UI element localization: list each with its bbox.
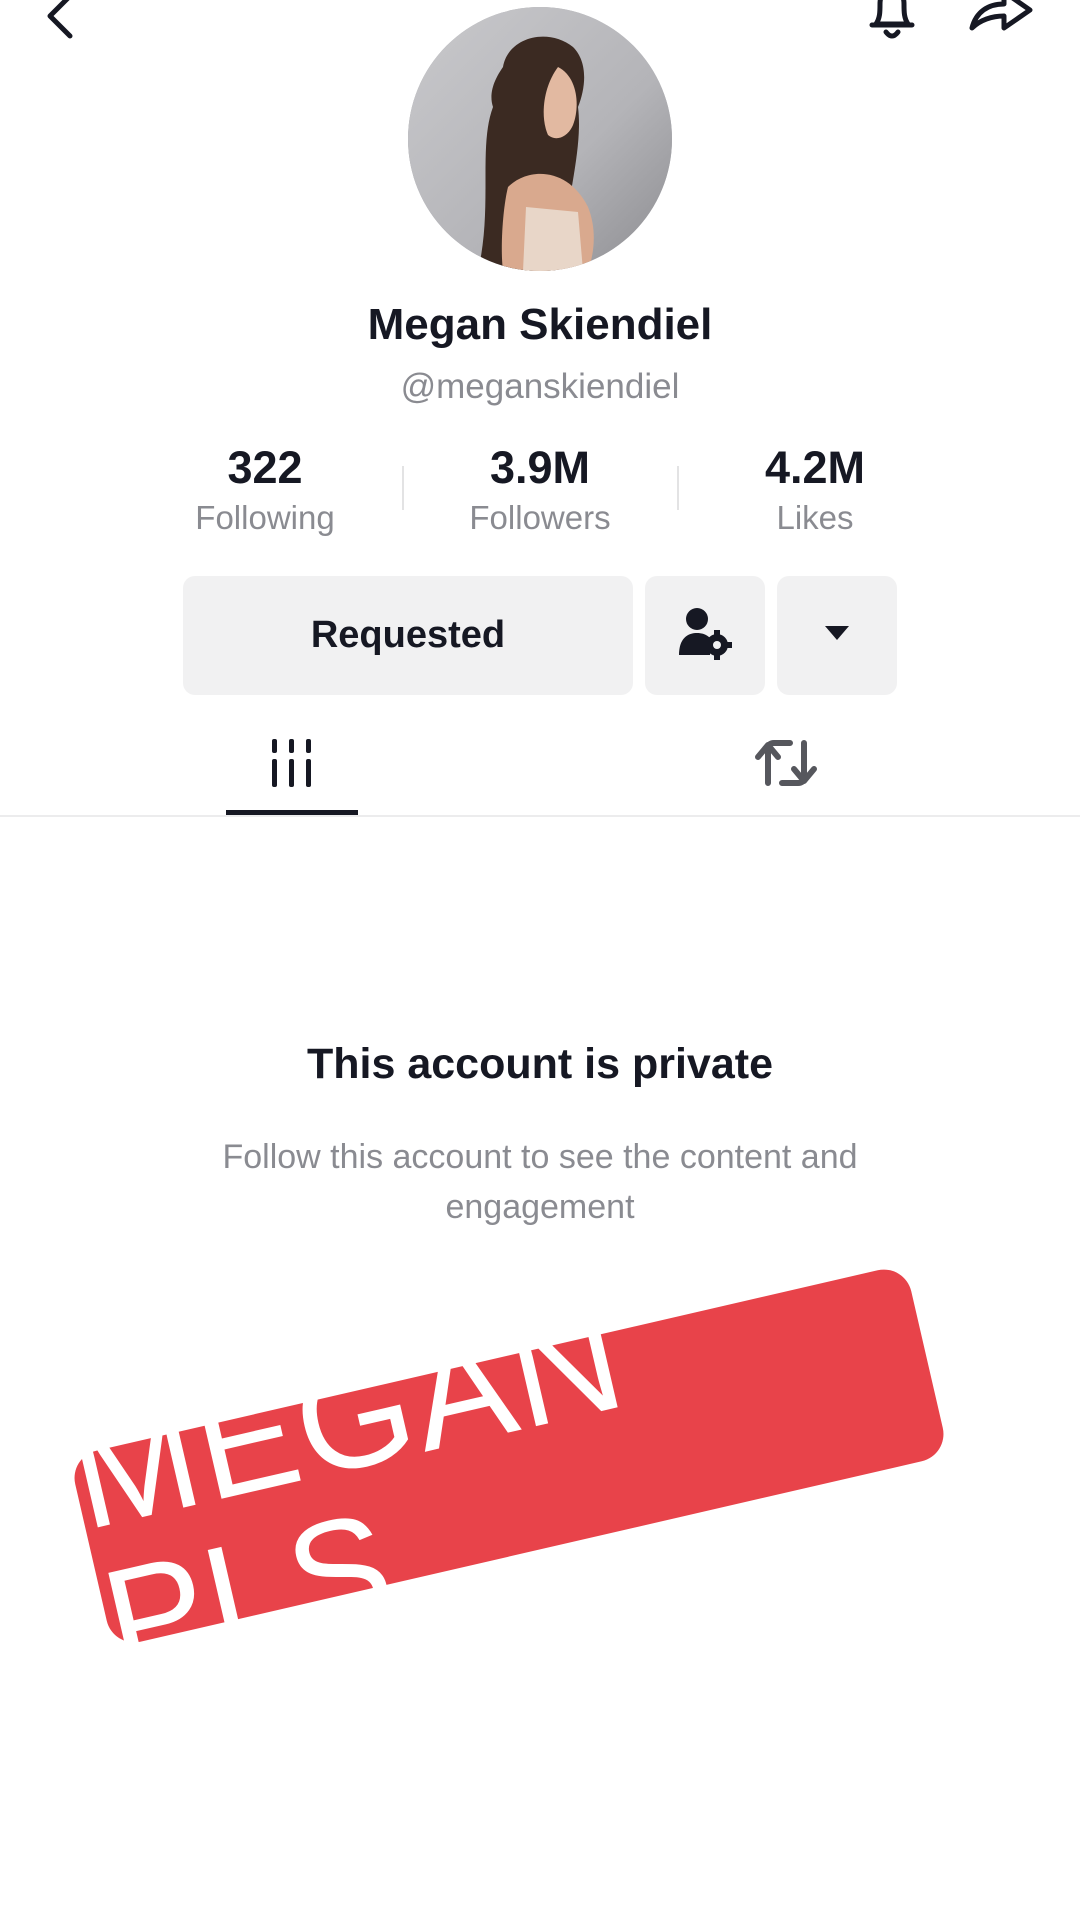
- share-arrow-icon[interactable]: [966, 0, 1036, 46]
- likes-label: Likes: [776, 499, 854, 536]
- stat-followers[interactable]: 3.9M Followers: [415, 440, 665, 540]
- videos-grid-icon: [268, 737, 316, 794]
- stat-divider: [402, 466, 404, 510]
- tab-videos[interactable]: [226, 715, 358, 815]
- tab-reposts[interactable]: [726, 715, 846, 815]
- stat-divider: [677, 466, 679, 510]
- username: @meganskiendiel: [400, 367, 680, 406]
- followers-label: Followers: [469, 499, 611, 536]
- tabs-divider: [0, 815, 1080, 817]
- requested-button[interactable]: Requested: [183, 576, 633, 695]
- more-options-button[interactable]: [777, 576, 897, 695]
- megan-pls-sticker: MEGAN PLS: [55, 1264, 950, 1707]
- display-name: Megan Skiendiel: [367, 300, 713, 349]
- stat-following[interactable]: 322 Following: [140, 440, 390, 540]
- back-chevron-icon[interactable]: [40, 0, 80, 40]
- following-count: 322: [227, 442, 303, 493]
- requested-button-label: Requested: [310, 614, 506, 656]
- stat-likes[interactable]: 4.2M Likes: [690, 440, 940, 540]
- likes-count: 4.2M: [764, 442, 866, 493]
- private-account-description: Follow this account to see the content a…: [222, 1138, 858, 1226]
- suggested-accounts-button[interactable]: [645, 576, 765, 695]
- private-account-title: This account is private: [307, 1040, 773, 1088]
- bell-icon[interactable]: [862, 0, 922, 46]
- person-settings-icon: [677, 605, 733, 666]
- followers-count: 3.9M: [489, 442, 591, 493]
- profile-photo: [408, 7, 672, 271]
- following-label: Following: [195, 499, 335, 536]
- repost-icon: [754, 735, 818, 796]
- avatar[interactable]: [408, 7, 672, 271]
- caret-down-icon: [823, 624, 851, 647]
- sticker-text: MEGAN PLS: [55, 1271, 639, 1708]
